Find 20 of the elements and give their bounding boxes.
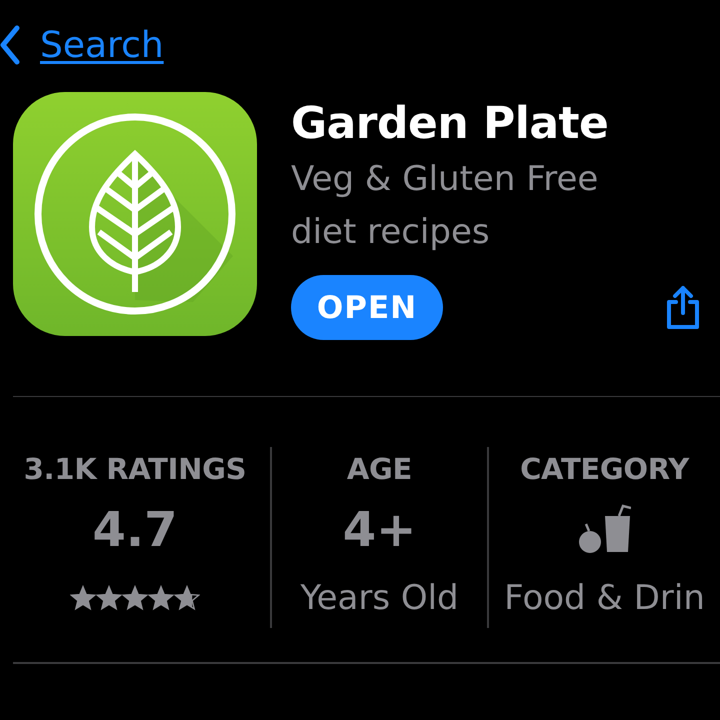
- share-icon[interactable]: [664, 284, 702, 330]
- back-link[interactable]: Search: [40, 24, 164, 66]
- back-chevron-icon[interactable]: [0, 25, 20, 65]
- star-icon: [174, 585, 200, 611]
- app-title: Garden Plate: [291, 98, 610, 149]
- stat-header: AGE: [346, 451, 412, 488]
- stat-header: 3.1K RATINGS: [24, 451, 246, 488]
- stat-caption: Food & Drin: [504, 577, 705, 620]
- star-icon: [122, 585, 148, 611]
- stat-header: CATEGORY: [520, 451, 689, 488]
- star-icon: [70, 585, 96, 611]
- star-icon: [96, 585, 122, 611]
- star-icon: [148, 585, 174, 611]
- app-subtitle: Veg & Gluten Free diet recipes: [291, 158, 600, 254]
- stat-caption: Years Old: [300, 577, 459, 620]
- fruit-and-drink-icon: [578, 504, 630, 556]
- rating-value: 4.7: [92, 501, 178, 560]
- open-button[interactable]: OPEN: [291, 275, 443, 340]
- leaf-app-icon: [13, 92, 257, 336]
- age-value: 4+: [342, 501, 416, 560]
